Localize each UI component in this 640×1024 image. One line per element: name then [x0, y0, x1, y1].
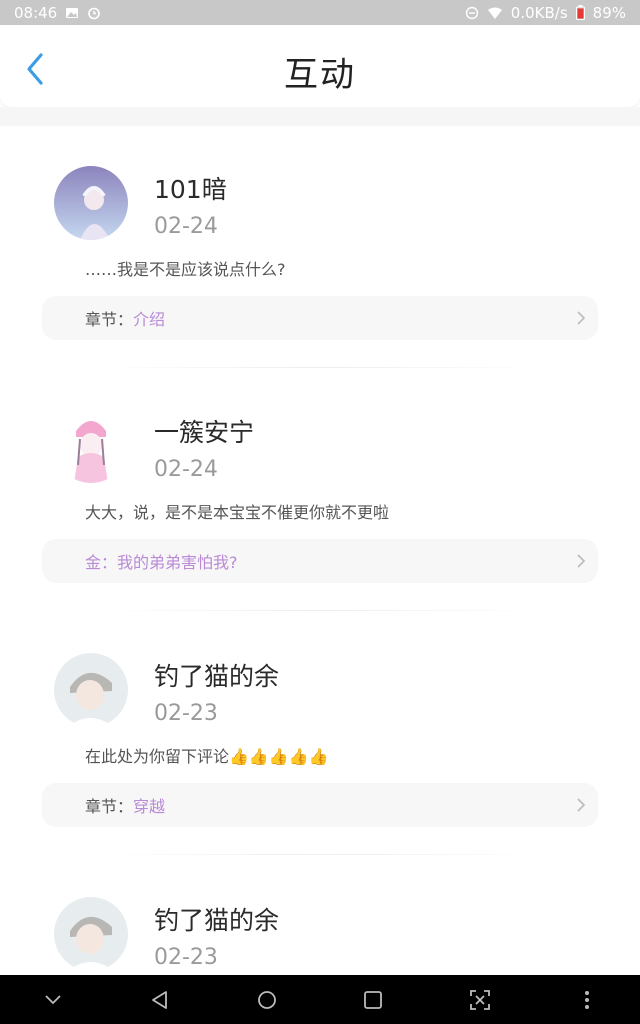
recents-nav-button[interactable] — [348, 980, 398, 1020]
square-recents-icon — [364, 990, 383, 1009]
link-text: 介绍 — [133, 310, 166, 329]
comment-date: 02-23 — [154, 945, 218, 970]
username[interactable]: 钓了猫的余 — [154, 657, 279, 693]
avatar[interactable] — [54, 897, 128, 971]
chapter-link[interactable]: 金：我的弟弟害怕我? — [42, 539, 598, 583]
alarm-icon — [87, 6, 101, 20]
chevron-right-icon — [577, 554, 586, 568]
triangle-back-icon — [152, 990, 167, 1009]
username[interactable]: 101暗 — [154, 170, 227, 206]
interaction-list: 101暗 02-24 ……我是不是应该说点什么? 章节： 介绍 一簇安宁 02-… — [0, 126, 640, 975]
do-not-disturb-icon — [465, 6, 479, 20]
chevron-down-icon — [45, 994, 61, 1004]
chapter-link[interactable]: 章节： 穿越 — [42, 783, 598, 827]
image-notification-icon — [65, 6, 79, 20]
comment-date: 02-23 — [154, 701, 218, 726]
divider — [100, 610, 540, 611]
username[interactable]: 一簇安宁 — [154, 413, 254, 449]
page-title: 互动 — [284, 55, 356, 95]
chevron-right-icon — [577, 311, 586, 325]
status-time: 08:46 — [14, 3, 58, 22]
link-text: 穿越 — [133, 797, 166, 816]
battery-level: 89% — [592, 3, 626, 22]
link-prefix: 章节： — [85, 310, 134, 329]
chapter-link[interactable]: 章节： 介绍 — [42, 296, 598, 340]
avatar[interactable] — [54, 409, 128, 483]
comment-date: 02-24 — [154, 457, 218, 482]
comment-date: 02-24 — [154, 214, 218, 239]
avatar[interactable] — [54, 653, 128, 727]
wifi-icon — [487, 6, 503, 20]
more-nav-button[interactable] — [562, 980, 612, 1020]
avatar[interactable] — [54, 166, 128, 240]
battery-icon — [575, 5, 585, 20]
comment-text: ……我是不是应该说点什么? — [85, 260, 286, 279]
network-speed: 0.0KB/s — [510, 3, 568, 22]
hide-nav-button[interactable] — [28, 980, 78, 1020]
screenshot-nav-button[interactable] — [455, 980, 505, 1020]
header-separator — [0, 107, 640, 126]
app-header: 互动 — [0, 25, 640, 107]
status-bar: 08:46 0.0KB/s 89% — [0, 0, 640, 25]
comment-text: 大大，说，是不是本宝宝不催更你就不更啦 — [85, 503, 390, 522]
link-prefix: 章节： — [85, 797, 134, 816]
divider — [100, 854, 540, 855]
circle-home-icon — [257, 990, 276, 1009]
home-nav-button[interactable] — [242, 980, 292, 1020]
comment-text: 在此处为你留下评论👍👍👍👍👍 — [85, 747, 329, 766]
more-vertical-icon — [584, 990, 589, 1009]
username[interactable]: 钓了猫的余 — [154, 901, 279, 937]
link-text: 金：我的弟弟害怕我? — [85, 553, 238, 572]
chevron-right-icon — [577, 798, 586, 812]
navigation-bar — [0, 975, 640, 1024]
capture-icon — [470, 989, 490, 1010]
divider — [100, 367, 540, 368]
back-nav-button[interactable] — [135, 980, 185, 1020]
